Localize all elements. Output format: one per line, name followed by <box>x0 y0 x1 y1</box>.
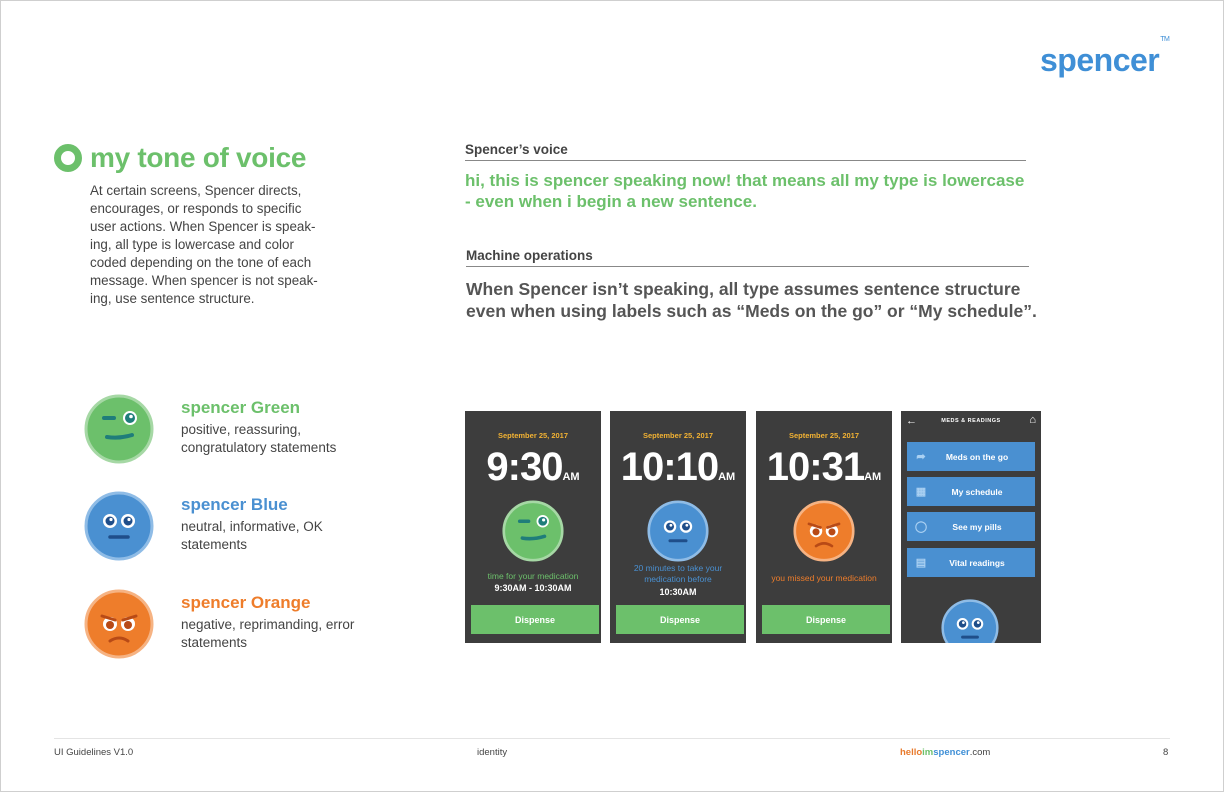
neutral-face-icon <box>941 599 999 643</box>
phone-message: time for your medication <box>487 571 579 581</box>
section-title: my tone of voice <box>54 142 306 174</box>
footer-url[interactable]: helloimspencer.com <box>900 747 990 758</box>
phone-time: 9:30AM <box>486 445 580 489</box>
ring-bullet-icon <box>54 144 82 172</box>
phone-date: September 25, 2017 <box>642 431 714 440</box>
dispense-button[interactable]: Dispense <box>762 605 890 634</box>
tone-green-description: positive, reassuring, congratulatory sta… <box>181 422 337 455</box>
phone-message: 20 minutes to take your medication befor… <box>633 563 723 584</box>
worried-face-icon <box>793 500 855 562</box>
worried-face-icon <box>84 589 154 659</box>
phone-date: September 25, 2017 <box>497 431 569 440</box>
tone-green-row: spencer Green positive, reassuring, cong… <box>84 394 336 464</box>
neutral-face-icon <box>647 500 709 562</box>
calendar-icon: ▦ <box>915 486 927 498</box>
menu-button-see-my-pills[interactable]: ◯ See my pills <box>907 512 1035 541</box>
footer-page-number: 8 <box>1163 747 1169 758</box>
page-frame <box>0 0 1224 792</box>
share-arrow-icon: ➦ <box>916 451 926 463</box>
phone-screen-green: September 25, 2017 9:30AM time for your … <box>465 411 601 643</box>
spencer-logo: spencerTM <box>1040 36 1170 78</box>
machine-example-text: When Spencer isn’t speaking, all type as… <box>466 279 1037 321</box>
phone-screen-menu: ← MEDS & READINGS ⌂ ➦ Meds on the go ▦ M… <box>901 411 1041 643</box>
phone-screen-orange: September 25, 2017 10:31AM you missed yo… <box>756 411 892 643</box>
phone-date: September 25, 2017 <box>788 431 860 440</box>
phone-detail: 10:30AM <box>659 587 697 597</box>
voice-example-text: hi, this is spencer speaking now! that m… <box>465 171 1025 211</box>
menu-button-meds-on-the-go[interactable]: ➦ Meds on the go <box>907 442 1035 471</box>
menu-title: MEDS & READINGS <box>941 418 1001 424</box>
menu-header: ← MEDS & READINGS ⌂ <box>901 411 1041 433</box>
pill-icon: ◯ <box>914 521 928 533</box>
footer-doc-title: UI Guidelines V1.0 <box>54 747 134 758</box>
phone-time: 10:10AM <box>620 445 736 489</box>
voice-label: Spencer’s voice <box>465 142 1026 161</box>
winking-face-icon <box>502 500 564 562</box>
book-icon: ▤ <box>915 557 927 569</box>
tone-blue-description: neutral, informative, OK statements <box>181 519 323 552</box>
tone-orange-row: spencer Orange negative, reprimanding, e… <box>84 589 354 659</box>
home-icon[interactable]: ⌂ <box>1029 414 1036 426</box>
tone-orange-description: negative, reprimanding, error statements <box>181 617 355 650</box>
dispense-button[interactable]: Dispense <box>471 605 599 634</box>
tone-orange-name: spencer Orange <box>181 593 311 612</box>
phone-time: 10:31AM <box>766 445 882 489</box>
intro-paragraph: At certain screens, Spencer directs, enc… <box>90 183 318 306</box>
winking-face-icon <box>84 394 154 464</box>
section-heading: my tone of voice <box>90 142 307 173</box>
machine-label: Machine operations <box>466 248 1029 267</box>
footer-section: identity <box>477 747 508 758</box>
dispense-button[interactable]: Dispense <box>616 605 744 634</box>
tone-blue-row: spencer Blue neutral, informative, OK st… <box>84 491 323 561</box>
tone-blue-name: spencer Blue <box>181 495 288 514</box>
neutral-face-icon <box>84 491 154 561</box>
phone-screen-blue: September 25, 2017 10:10AM 20 minutes to… <box>610 411 746 643</box>
menu-button-my-schedule[interactable]: ▦ My schedule <box>907 477 1035 506</box>
footer-divider <box>54 738 1170 739</box>
phone-message: you missed your medication <box>771 573 877 583</box>
tone-green-name: spencer Green <box>181 398 301 417</box>
phone-detail: 9:30AM - 10:30AM <box>494 583 572 593</box>
menu-button-vital-readings[interactable]: ▤ Vital readings <box>907 548 1035 577</box>
